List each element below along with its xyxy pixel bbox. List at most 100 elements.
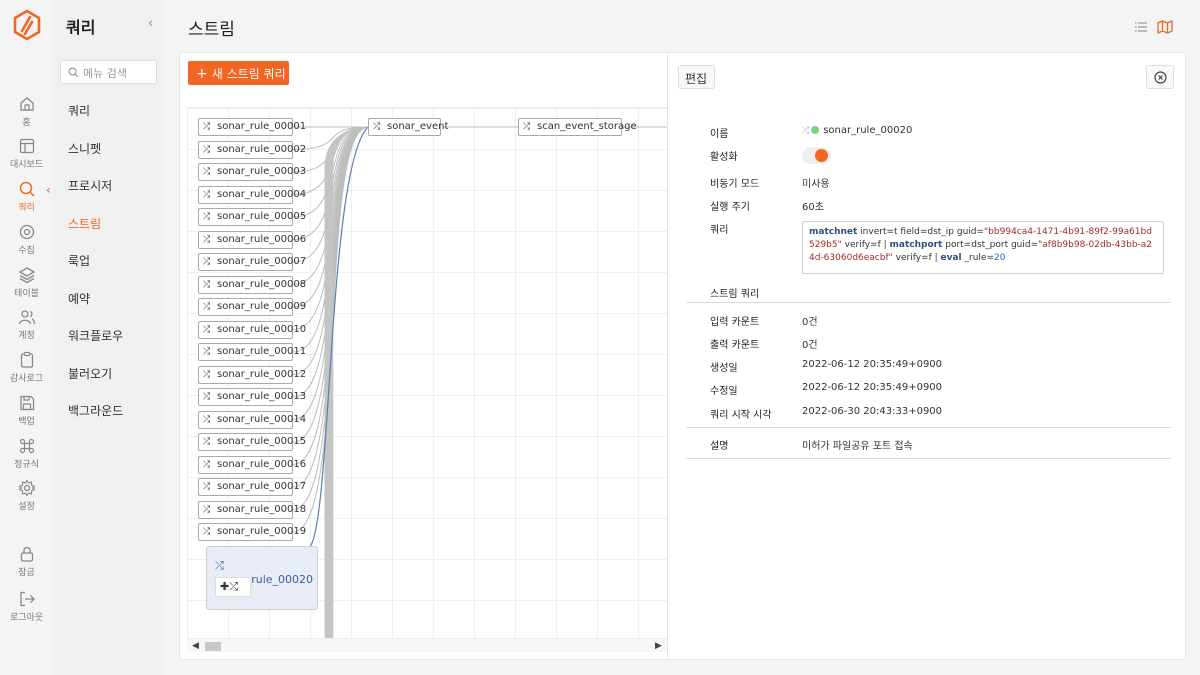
menu-item-schedule[interactable]: 예약 — [68, 290, 90, 307]
query-label: 쿼리 — [710, 225, 729, 236]
graph-node-rule[interactable]: ⤮ sonar_rule_00003 — [198, 163, 306, 181]
shuffle-icon: ⤮ — [203, 167, 211, 177]
new-stream-query-button[interactable]: + 새 스트림 쿼리 — [188, 61, 289, 85]
interval-label: 실행 주기 — [710, 202, 750, 213]
rail-item-backup[interactable]: 백업 — [0, 394, 53, 427]
menu-item-procedure[interactable]: 프로시저 — [68, 177, 112, 194]
detail-panel: 편집 이름 ⤮ sonar_rule_00020 활성화 비동기 모드 미사용 실… — [667, 53, 1185, 659]
rail-item-dashboard[interactable]: 대시보드 — [0, 137, 53, 170]
logout-icon — [19, 591, 35, 607]
created-value: 2022-06-12 20:35:49+0900 — [802, 359, 943, 370]
name-value: ⤮ sonar_rule_00020 — [802, 125, 912, 136]
menu-item-query[interactable]: 쿼리 — [68, 102, 90, 119]
shuffle-icon: ⤮ — [203, 437, 211, 447]
graph-node-rule[interactable]: ⤮ sonar_rule_00011 — [198, 343, 306, 361]
divider — [686, 427, 1171, 428]
node-label: sonar_rule_00009 — [217, 301, 307, 312]
graph-node-rule[interactable]: ⤮ sonar_rule_00005 — [198, 208, 306, 226]
name-text: sonar_rule_00020 — [823, 125, 913, 136]
menu-item-snippet[interactable]: 스니펫 — [68, 140, 101, 157]
graph-node-rule[interactable]: ⤮ sonar_rule_00018 — [198, 500, 306, 519]
rail-label: 쿼리 — [18, 203, 35, 213]
graph-node-rule[interactable]: ⤮ sonar_rule_00017 — [198, 478, 306, 496]
node-label: sonar_rule_00015 — [217, 436, 307, 447]
horizontal-scrollbar[interactable]: ◀ ▶ — [187, 638, 668, 652]
plus-icon: + — [196, 66, 208, 82]
node-label: sonar_rule_00008 — [217, 278, 307, 290]
node-label: sonar_rule_00002 — [217, 143, 307, 155]
shuffle-icon: ⤮ — [203, 527, 211, 537]
rail-item-audit-log[interactable]: 감사로그 — [0, 351, 53, 384]
graph-node-rule[interactable]: ⤮ sonar_rule_00002 — [198, 140, 306, 159]
rail-item-settings[interactable]: 설정 — [0, 479, 53, 512]
rail-item-home[interactable]: 홈 — [0, 95, 53, 128]
description-label: 설명 — [710, 441, 729, 452]
node-label: sonar_rule_00016 — [217, 458, 307, 470]
graph-node-rule[interactable]: ⤮ sonar_rule_00007 — [198, 253, 306, 271]
command-icon — [19, 438, 34, 454]
add-child-button[interactable]: ✚⤮ — [215, 577, 251, 597]
rail-item-accounts[interactable]: 계정 — [0, 308, 53, 341]
menu-search-input[interactable]: 메뉴 검색 — [60, 60, 157, 84]
graph-node-rule[interactable]: ⤮ sonar_rule_00010 — [198, 320, 306, 339]
stream-graph[interactable]: ⤮ sonar_rule_00001 ⤮ sonar_rule_00002 ⤮ sonar… — [187, 107, 668, 652]
enabled-toggle[interactable] — [802, 147, 831, 164]
graph-node-rule[interactable]: ⤮ sonar_rule_00012 — [198, 365, 306, 384]
graph-node-rule[interactable]: ⤮ sonar_rule_00013 — [198, 388, 306, 406]
node-label: sonar_rule_00005 — [217, 211, 307, 222]
logo-icon[interactable] — [11, 9, 43, 41]
list-view-icon[interactable] — [1134, 20, 1148, 34]
shuffle-icon: ⤮ — [215, 559, 224, 572]
query-command: matchport — [889, 240, 943, 250]
menu-item-workflow[interactable]: 워크플로우 — [68, 327, 123, 344]
scroll-left-icon[interactable]: ◀ — [192, 641, 199, 651]
query-command: eval — [940, 253, 962, 263]
scroll-right-icon[interactable]: ▶ — [655, 641, 662, 651]
input-count-value: 0건 — [802, 317, 818, 328]
node-label: sonar_rule_00003 — [217, 166, 307, 177]
scroll-thumb[interactable] — [205, 642, 221, 651]
graph-node-rule[interactable]: ⤮ sonar_rule_00015 — [198, 433, 306, 451]
graph-node-rule[interactable]: ⤮ sonar_rule_00019 — [198, 523, 306, 541]
graph-node-rule[interactable]: ⤮ sonar_rule_00004 — [198, 185, 306, 204]
clipboard-icon — [20, 351, 33, 368]
stream-query-label: 스트림 쿼리 — [710, 289, 760, 300]
graph-node-rule[interactable]: ⤮ sonar_rule_00001 — [198, 118, 306, 136]
node-label: sonar_rule_00007 — [217, 256, 307, 267]
active-caret-icon: ‹ — [46, 183, 51, 197]
query-textarea[interactable]: matchnet invert=t field=dst_ip guid="bb9… — [802, 221, 1164, 274]
graph-node-rule[interactable]: ⤮ sonar_rule_00006 — [198, 230, 306, 249]
shuffle-icon: ⤮ — [203, 212, 211, 222]
rail-item-logout[interactable]: 로그아웃 — [0, 590, 53, 623]
rail-item-lock[interactable]: 잠금 — [0, 545, 53, 578]
graph-node-scan-event-storage[interactable]: ⤮ scan_event_storage — [518, 118, 637, 136]
query-text: _rule= — [961, 253, 994, 263]
close-button[interactable] — [1146, 65, 1174, 89]
collect-icon — [19, 224, 34, 240]
rail-label: 테이블 — [14, 289, 39, 299]
graph-node-selected[interactable]: ⤮ sonar_rule_00020 ✚⤮ — [206, 546, 318, 610]
menu-item-stream[interactable]: 스트림 — [68, 215, 101, 232]
graph-node-rule[interactable]: ⤮ sonar_rule_00014 — [198, 410, 306, 429]
rail-item-table[interactable]: 테이블 — [0, 266, 53, 299]
menu-item-import[interactable]: 불러오기 — [68, 365, 112, 382]
node-label: sonar_rule_00019 — [217, 526, 307, 537]
menu-item-background[interactable]: 백그라운드 — [68, 402, 123, 419]
query-number: 20 — [994, 253, 1006, 263]
rail-item-regex[interactable]: 정규식 — [0, 437, 53, 470]
graph-node-rule[interactable]: ⤮ sonar_rule_00009 — [198, 298, 306, 316]
graph-node-rule[interactable]: ⤮ sonar_rule_00008 — [198, 275, 306, 294]
menu-item-lookup[interactable]: 룩업 — [68, 252, 90, 269]
shuffle-icon: ⤮ — [802, 126, 810, 136]
map-view-icon[interactable] — [1157, 20, 1173, 34]
save-icon — [19, 395, 34, 411]
users-icon — [18, 310, 35, 325]
graph-node-sonar-event[interactable]: ⤮ sonar_event — [368, 118, 448, 136]
graph-node-rule[interactable]: ⤮ sonar_rule_00016 — [198, 455, 306, 474]
edit-button[interactable]: 편집 — [678, 65, 715, 89]
collapse-chevron-icon[interactable]: ‹ — [148, 16, 153, 31]
node-label: sonar_rule_00010 — [217, 323, 307, 335]
node-label: sonar_rule_00004 — [217, 188, 307, 200]
rail-item-collect[interactable]: 수집 — [0, 223, 53, 256]
output-count-label: 출력 카운트 — [710, 340, 760, 351]
